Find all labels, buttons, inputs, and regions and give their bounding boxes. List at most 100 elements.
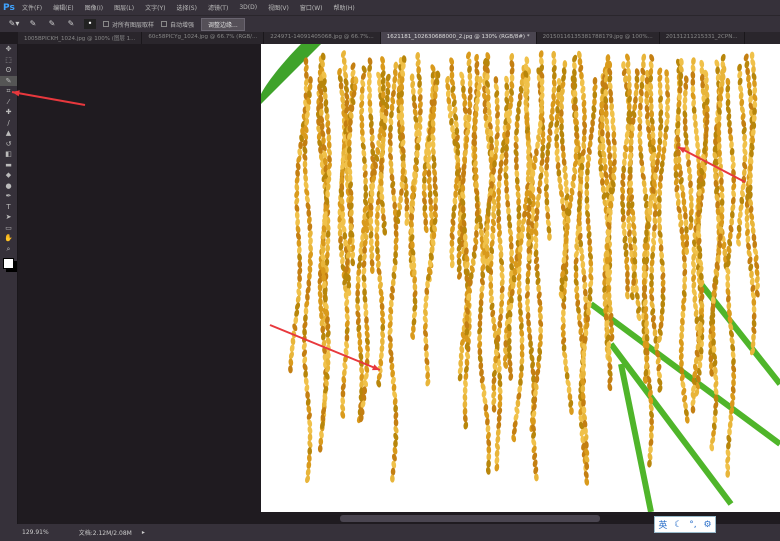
moon-icon[interactable]: ☾ <box>674 520 682 530</box>
color-swatches[interactable] <box>3 258 14 269</box>
rice-grain <box>554 140 560 149</box>
refine-edge-button[interactable]: 调整边缘... <box>201 17 245 31</box>
menu-image[interactable]: 图像(I) <box>85 3 103 12</box>
rice-grain <box>693 120 698 129</box>
hand-icon[interactable]: ✋ <box>0 233 17 244</box>
tab-document[interactable]: 60c58PICYg_1024.jpg @ 66.7% (RGB/... <box>142 32 265 44</box>
subtract-selection-icon[interactable]: ✎ <box>65 19 77 29</box>
auto-enhance-checkbox[interactable]: 自动增强 <box>161 20 194 29</box>
quick-selection-icon[interactable]: ✎ <box>0 75 17 86</box>
rectangle-icon[interactable]: ▭ <box>0 223 17 234</box>
rice-grain <box>305 286 311 295</box>
rice-grain <box>725 91 731 100</box>
rice-grain <box>683 408 689 417</box>
crop-icon[interactable]: ⌗ <box>0 86 17 97</box>
gradient-icon[interactable]: ▬ <box>0 160 17 171</box>
rice-grain <box>552 71 557 80</box>
rice-grain <box>392 446 398 455</box>
add-selection-icon[interactable]: ✎ <box>46 19 58 29</box>
rice-grain <box>683 211 688 220</box>
rice-grain <box>317 444 323 453</box>
rice-grain <box>423 301 429 310</box>
rice-grain <box>499 271 505 280</box>
rice-grain <box>467 100 473 109</box>
menu-window[interactable]: 窗口(W) <box>300 3 323 12</box>
rice-grain <box>581 99 587 108</box>
menu-layer[interactable]: 图层(L) <box>114 3 134 12</box>
blur-icon[interactable]: ◆ <box>0 170 17 181</box>
menu-select[interactable]: 选择(S) <box>176 3 197 12</box>
rice-grain <box>685 152 691 161</box>
zoom-level[interactable]: 129.91% <box>22 529 49 536</box>
eraser-icon[interactable]: ◧ <box>0 149 17 160</box>
rice-grain <box>726 294 731 303</box>
stamp-icon[interactable]: ▲ <box>0 128 17 139</box>
rice-grain <box>412 108 418 117</box>
new-selection-icon[interactable]: ✎ <box>27 19 39 29</box>
rice-grain <box>657 223 663 232</box>
rice-grain <box>479 368 484 377</box>
zoom-icon[interactable]: ⌕ <box>0 244 17 255</box>
lasso-icon[interactable]: ʘ <box>0 65 17 76</box>
dodge-icon[interactable]: ● <box>0 181 17 192</box>
tab-document-active[interactable]: 1621181_102630688000_2.jpg @ 130% (RGB/8… <box>380 32 537 44</box>
rice-grain <box>423 336 429 345</box>
path-select-icon[interactable]: ➤ <box>0 212 17 223</box>
tab-document[interactable]: 20150116135381788179.jpg @ 100%... <box>537 32 660 44</box>
menu-help[interactable]: 帮助(H) <box>334 3 355 12</box>
menu-file[interactable]: 文件(F) <box>22 3 42 12</box>
menu-filter[interactable]: 滤镜(T) <box>208 3 228 12</box>
rice-grain <box>416 73 422 81</box>
ime-language[interactable]: 英 <box>658 518 667 531</box>
marquee-icon[interactable]: ⬚ <box>0 55 17 66</box>
brush-icon[interactable]: / <box>0 118 17 129</box>
rice-grain <box>497 236 503 245</box>
brush-size-icon[interactable]: • <box>84 19 96 29</box>
rice-grain <box>514 120 520 129</box>
tab-document[interactable]: 20131211215331_2CPN... <box>660 32 745 44</box>
rice-grain <box>307 272 312 281</box>
tab-document[interactable]: 1005BPICKH_1024.jpg @ 100% (图层 1... <box>18 32 143 44</box>
rice-grain <box>607 362 613 371</box>
rice-grain <box>584 203 590 211</box>
rice-grain <box>533 242 539 251</box>
sample-all-layers-checkbox[interactable]: 对所有图层取样 <box>103 20 154 29</box>
menu-edit[interactable]: 编辑(E) <box>53 3 73 12</box>
pen-icon[interactable]: ✒ <box>0 191 17 202</box>
rice-grain <box>581 92 586 101</box>
type-icon[interactable]: T <box>0 202 17 213</box>
rice-grain <box>745 67 750 76</box>
rice-grain <box>388 299 394 308</box>
rice-grain <box>563 179 569 188</box>
history-brush-icon[interactable]: ↺ <box>0 139 17 150</box>
status-menu-arrow-icon[interactable]: ▸ <box>142 529 145 536</box>
healing-icon[interactable]: ✚ <box>0 107 17 118</box>
rice-image-canvas[interactable] <box>261 44 780 512</box>
rice-grain <box>474 230 479 239</box>
scrollbar-thumb[interactable] <box>340 515 600 522</box>
rice-grain <box>295 225 301 234</box>
rice-grain <box>576 50 582 59</box>
rice-grain <box>445 89 451 98</box>
rice-grain <box>640 165 645 174</box>
tool-preset-icon[interactable]: ✎▾ <box>8 19 20 29</box>
rice-grain <box>411 94 417 103</box>
eyedropper-icon[interactable]: ⁄ <box>0 97 17 108</box>
rice-grain <box>683 82 689 91</box>
move-icon[interactable]: ✥ <box>0 44 17 55</box>
tab-document[interactable]: 224971-14091405068.jpg @ 66.7%... <box>264 32 381 44</box>
rice-grain <box>376 379 382 388</box>
menu-type[interactable]: 文字(Y) <box>145 3 165 12</box>
menu-view[interactable]: 视图(V) <box>268 3 289 12</box>
punctuation-icon[interactable]: °, <box>689 520 696 530</box>
rice-grain <box>296 246 302 255</box>
menu-3d[interactable]: 3D(D) <box>239 4 257 11</box>
rice-grain <box>577 320 583 329</box>
rice-grain <box>344 319 350 328</box>
ime-toolbar[interactable]: 英 ☾ °, ⚙ <box>654 516 716 533</box>
rice-grain <box>446 96 452 105</box>
rice-grain <box>467 65 472 74</box>
rice-grain <box>588 287 593 296</box>
rice-grain <box>725 455 731 464</box>
settings-gear-icon[interactable]: ⚙ <box>703 520 711 530</box>
